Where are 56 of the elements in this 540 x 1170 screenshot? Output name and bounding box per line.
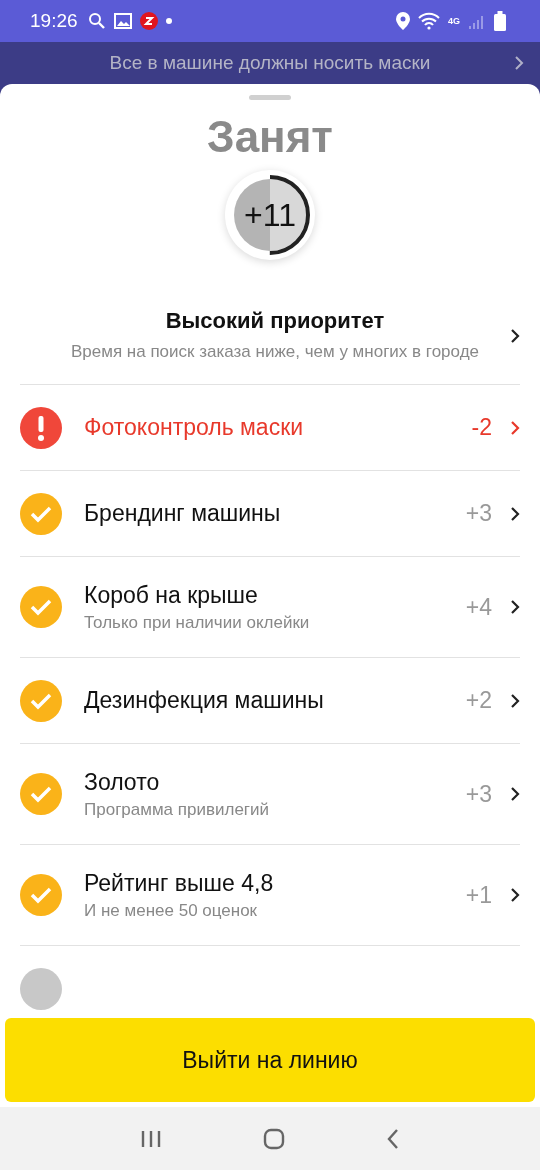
chevron-icon: [510, 419, 520, 436]
check-icon: [20, 679, 62, 722]
status-time: 19:26: [30, 10, 78, 32]
criteria-title: Дезинфекция машины: [84, 687, 325, 714]
recent-apps-icon[interactable]: [140, 1129, 163, 1148]
criteria-subtitle: И не менее 50 оценок: [84, 900, 259, 921]
priority-row[interactable]: Высокий приоритет Время на поиск заказа ниже, чем у многих в городе: [0, 308, 540, 364]
check-icon: [20, 492, 62, 535]
location-icon: [396, 12, 410, 30]
chevron-icon: [510, 692, 520, 709]
criteria-points: +3: [465, 780, 492, 808]
pending-icon: [20, 968, 62, 1010]
criteria-points: +3: [465, 500, 492, 527]
criteria-row[interactable]: Фотоконтроль маски -2: [20, 384, 520, 470]
chevron-icon: [510, 599, 520, 615]
criteria-subtitle: Программа привилегий: [84, 799, 271, 820]
network-label: 4G: [448, 16, 460, 26]
chevron-icon: [510, 786, 520, 802]
priority-title: Высокий приоритет: [164, 308, 386, 334]
drag-handle[interactable]: [249, 95, 291, 100]
check-icon: [20, 773, 62, 815]
criteria-title: Золото: [84, 768, 161, 796]
check-icon: [20, 586, 62, 628]
criteria-row[interactable]: Брендинг машины +3: [20, 470, 520, 556]
status-title: Занят: [207, 112, 333, 162]
home-icon[interactable]: [263, 1127, 285, 1150]
criteria-points: -2: [471, 414, 492, 441]
criteria-title: Рейтинг выше 4,8: [84, 869, 275, 897]
chevron-icon: [510, 887, 520, 903]
chevron-icon: [514, 55, 524, 71]
back-icon[interactable]: [385, 1127, 400, 1150]
check-icon: [20, 874, 62, 916]
banner-text: Все в машине должны носить маски: [109, 52, 431, 74]
criteria-row[interactable]: Золото Программа привилегий +3: [20, 743, 520, 844]
criteria-subtitle: Только при наличии оклейки: [84, 612, 311, 633]
image-icon: [113, 13, 132, 29]
criteria-points: +1: [465, 881, 492, 909]
criteria-row[interactable]: Рейтинг выше 4,8 И не менее 50 оценок +1: [20, 844, 520, 945]
criteria-row[interactable]: Дезинфекция машины +2: [20, 657, 520, 743]
go-online-button[interactable]: Выйти на линию: [5, 1018, 535, 1102]
chevron-icon: [510, 328, 520, 344]
criteria-row[interactable]: Короб на крыше Только при наличии оклейки +4: [20, 556, 520, 657]
criteria-points: +2: [465, 687, 492, 714]
score-value: +11: [244, 199, 296, 231]
warning-icon: [20, 406, 62, 449]
criteria-title: Короб на крыше: [84, 581, 259, 609]
wifi-icon: [418, 12, 440, 30]
criteria-points: +4: [465, 593, 492, 621]
search-icon: [87, 12, 106, 30]
criteria-title: Брендинг машины: [84, 500, 282, 527]
battery-icon: [494, 11, 506, 31]
priority-subtitle: Время на поиск заказа ниже, чем у многих в городе: [69, 341, 480, 363]
chevron-icon: [510, 505, 520, 522]
dot-icon: [165, 18, 172, 24]
app-badge-icon: [139, 12, 158, 30]
criteria-title: Фотоконтроль маски: [84, 414, 305, 441]
